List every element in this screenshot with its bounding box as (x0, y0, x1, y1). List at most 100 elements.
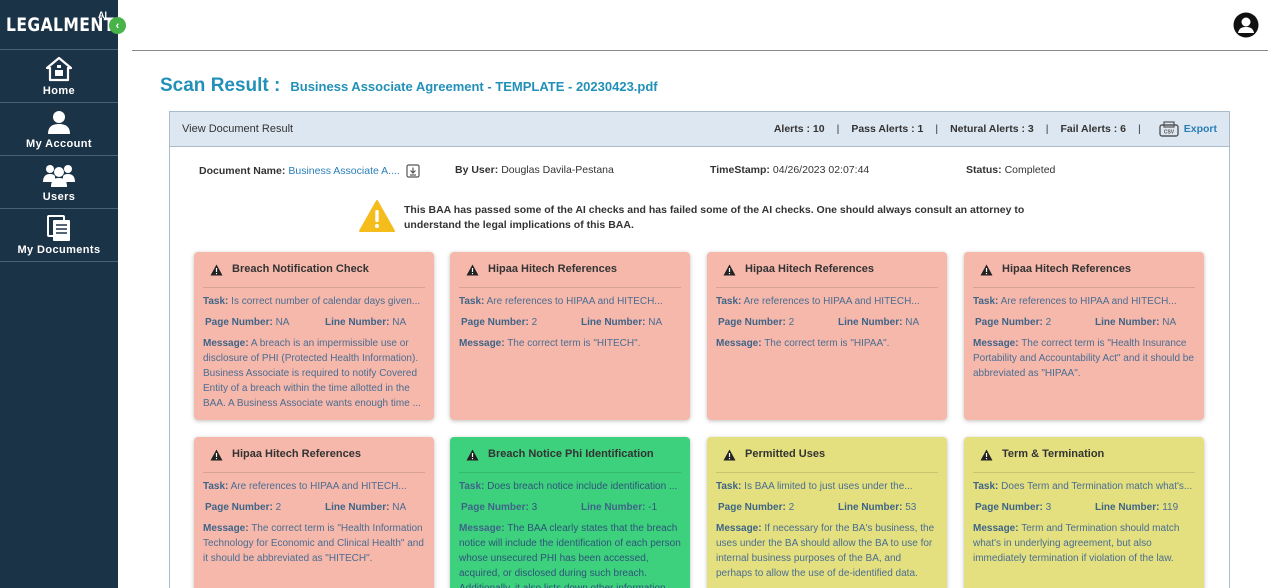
sidebar-collapse-button[interactable]: ‹ (109, 17, 126, 34)
line-number-label: Line Number: (838, 317, 903, 328)
home-icon (45, 55, 73, 83)
account-icon (46, 108, 72, 136)
alert-card-message: Message: The correct term is "HIPAA". (716, 336, 938, 351)
page-number-label: Page Number: (461, 317, 529, 328)
status-value: Completed (1004, 164, 1056, 176)
alert-card-header: Hipaa Hitech References (716, 252, 938, 288)
line-number-value: NA (648, 317, 663, 328)
alert-card-message: Message: Term and Termination should mat… (973, 521, 1195, 566)
line-number-value: NA (392, 317, 407, 328)
alert-card-title: Hipaa Hitech References (232, 448, 361, 460)
sidebar-item-label: My Documents (17, 244, 101, 256)
by-user-label: By User: (455, 164, 499, 176)
alert-card-task: Task: Are references to HIPAA and HITECH… (203, 479, 425, 494)
alert-card-title: Term & Termination (1002, 448, 1105, 460)
alert-card-header: Term & Termination (973, 437, 1195, 473)
page-number-label: Page Number: (718, 317, 786, 328)
timestamp-field: TimeStamp: 04/26/2023 02:07:44 (710, 164, 869, 176)
page-number-label: Page Number: (205, 317, 273, 328)
line-number-value: 53 (905, 502, 917, 513)
separator: | (1045, 123, 1049, 135)
page-number: Page Number: 2 (205, 500, 325, 515)
alert-card-title: Breach Notification Check (232, 263, 369, 275)
alert-card-task: Task: Is BAA limited to just uses under … (716, 479, 938, 494)
pass-alerts-count: Pass Alerts : 1 (851, 123, 924, 135)
alert-card-location: Page Number: 2 Line Number: NA (973, 315, 1195, 330)
sidebar-item-label: Home (42, 85, 76, 97)
message-label: Message: (459, 523, 505, 534)
message-value: The correct term is "HIPAA". (764, 338, 890, 349)
status-field: Status: Completed (966, 164, 1055, 176)
export-label: Export (1183, 123, 1217, 135)
alert-card-pass[interactable]: Breach Notice Phi Identification Task: Do… (450, 437, 690, 588)
alert-card-fail[interactable]: Hipaa Hitech References Task: Are referen… (450, 252, 690, 420)
page-number: Page Number: 2 (718, 315, 838, 330)
sidebar: LEGALMENTE AI Home My Account Users My D… (0, 0, 126, 588)
alert-card-fail[interactable]: Hipaa Hitech References Task: Are referen… (964, 252, 1204, 420)
header-divider (132, 50, 1268, 51)
summary-warning: This BAA has passed some of the AI check… (358, 199, 1074, 233)
alert-card-title: Hipaa Hitech References (1002, 263, 1131, 275)
separator: | (836, 123, 840, 135)
alert-card-header: Hipaa Hitech References (203, 437, 425, 473)
document-name-field: Document Name: Business Associate A.... (199, 164, 420, 178)
alerts-count: Alerts : 10 (773, 123, 825, 135)
alert-card-fail[interactable]: Breach Notification Check Task: Is correc… (194, 252, 434, 420)
message-label: Message: (973, 338, 1019, 349)
page-number: Page Number: 3 (975, 500, 1095, 515)
page-number-value: 2 (275, 502, 282, 513)
line-number-label: Line Number: (581, 317, 646, 328)
alert-card-task: Task: Is correct number of calendar days… (203, 294, 425, 309)
alert-card-fail[interactable]: Hipaa Hitech References Task: Are referen… (707, 252, 947, 420)
task-value: Are references to HIPAA and HITECH... (1000, 296, 1177, 307)
message-value: The correct term is "HITECH". (507, 338, 641, 349)
alert-card-header: Breach Notification Check (203, 252, 425, 288)
documents-icon (45, 214, 73, 242)
alert-card-header: Hipaa Hitech References (973, 252, 1195, 288)
document-name-link[interactable]: Business Associate A.... (288, 165, 399, 177)
svg-text:CSV: CSV (1164, 129, 1175, 135)
warning-triangle-icon (723, 264, 736, 275)
line-number: Line Number: NA (581, 315, 662, 330)
alert-card-message: Message: The BAA clearly states that the… (459, 521, 681, 588)
alert-card-header: Permitted Uses (716, 437, 938, 473)
separator: | (935, 123, 939, 135)
warning-triangle-icon (980, 449, 993, 460)
alert-card-neutral[interactable]: Permitted Uses Task: Is BAA limited to ju… (707, 437, 947, 588)
alert-card-task: Task: Does Term and Termination match wh… (973, 479, 1195, 494)
task-label: Task: (459, 296, 485, 307)
task-label: Task: (716, 481, 742, 492)
brand-logo[interactable]: LEGALMENTE AI (0, 0, 126, 50)
line-number-label: Line Number: (1095, 502, 1160, 513)
chevron-left-icon: ‹ (115, 19, 120, 32)
alert-card-neutral[interactable]: Term & Termination Task: Does Term and Te… (964, 437, 1204, 588)
message-label: Message: (203, 338, 249, 349)
page-number-value: 3 (1045, 502, 1052, 513)
sidebar-item-users[interactable]: Users (0, 156, 118, 209)
line-number-label: Line Number: (838, 502, 903, 513)
warning-triangle-icon (466, 264, 479, 275)
sidebar-item-my-account[interactable]: My Account (0, 103, 118, 156)
alert-card-location: Page Number: 2 Line Number: NA (716, 315, 938, 330)
page-number-value: 2 (788, 502, 795, 513)
line-number-label: Line Number: (325, 317, 390, 328)
alert-card-header: Hipaa Hitech References (459, 252, 681, 288)
line-number-label: Line Number: (1095, 317, 1160, 328)
export-button[interactable]: CSV Export (1159, 120, 1217, 138)
message-label: Message: (716, 523, 762, 534)
alert-card-fail[interactable]: Hipaa Hitech References Task: Are referen… (194, 437, 434, 588)
brand-name: LEGALMENTE (6, 13, 126, 36)
line-number-value: -1 (648, 502, 658, 513)
alert-card-location: Page Number: 3 Line Number: 119 (973, 500, 1195, 515)
sidebar-item-home[interactable]: Home (0, 50, 118, 103)
sidebar-item-my-documents[interactable]: My Documents (0, 209, 118, 262)
user-profile-icon[interactable] (1233, 12, 1259, 38)
by-user-value: Douglas Davila-Pestana (501, 164, 614, 176)
task-value: Are references to HIPAA and HITECH... (230, 481, 407, 492)
alert-card-message: Message: The correct term is "HITECH". (459, 336, 681, 351)
alert-card-location: Page Number: 3 Line Number: -1 (459, 500, 681, 515)
page-number-label: Page Number: (718, 502, 786, 513)
warning-triangle-icon (466, 449, 479, 460)
alert-card-message: Message: A breach is an impermissible us… (203, 336, 425, 411)
download-icon[interactable] (406, 164, 420, 178)
